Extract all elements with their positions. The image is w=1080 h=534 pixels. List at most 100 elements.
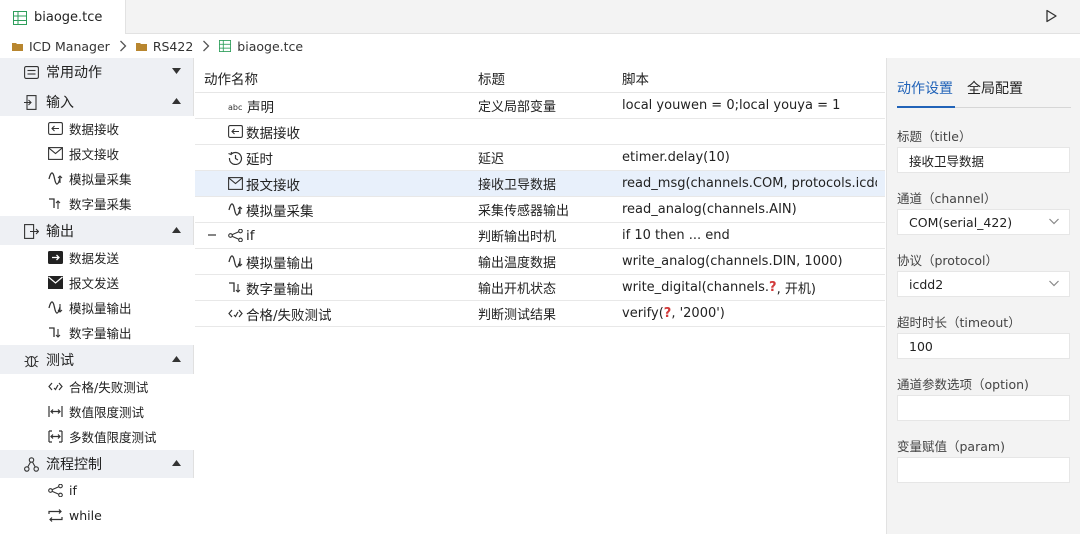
sidebar-item-label: 数字量输出 bbox=[69, 326, 132, 341]
category-label: 流程控制 bbox=[46, 457, 102, 473]
protocol-select-value: icdd2 bbox=[909, 276, 944, 292]
column-header-script[interactable]: 脚本 bbox=[622, 68, 649, 88]
sidebar-item-digital-acquire[interactable]: 数字量采集 bbox=[0, 191, 194, 216]
wave-icon bbox=[48, 172, 63, 185]
sidebar-item-label: 模拟量输出 bbox=[69, 301, 132, 316]
category-input[interactable]: 输入 bbox=[0, 88, 194, 116]
category-common-actions[interactable]: 常用动作 bbox=[0, 58, 194, 86]
option-field[interactable] bbox=[897, 395, 1070, 421]
table-row[interactable]: 延时 延迟 etimer.delay(10) bbox=[195, 145, 885, 171]
sidebar-item-label: 多数值限度测试 bbox=[69, 430, 157, 445]
collapse-minus-icon[interactable] bbox=[208, 229, 217, 241]
column-header-title[interactable]: 标题 bbox=[478, 68, 505, 88]
sidebar-item-value-limit-test[interactable]: 数值限度测试 bbox=[0, 399, 194, 424]
category-test[interactable]: 测试 bbox=[0, 346, 194, 374]
row-action-name: 合格/失败测试 bbox=[228, 301, 332, 326]
row-action-name: abc 声明 bbox=[228, 93, 274, 118]
row-action-name: 报文接收 bbox=[228, 171, 300, 196]
tab-action-settings[interactable]: 动作设置 bbox=[897, 78, 953, 98]
channel-select[interactable]: COM(serial_422) bbox=[897, 209, 1070, 235]
sidebar-item-message-send[interactable]: 报文发送 bbox=[0, 270, 194, 295]
table-row[interactable]: 模拟量采集 采集传感器输出 read_analog(channels.AIN) bbox=[195, 197, 885, 223]
param-field-label: 变量赋值（param) bbox=[897, 439, 1005, 454]
active-tab-indicator bbox=[897, 106, 955, 108]
sidebar-item-if[interactable]: if bbox=[0, 478, 194, 503]
table-row[interactable]: 数据接收 bbox=[195, 119, 885, 145]
row-name-text: 延时 bbox=[246, 151, 273, 168]
action-sidebar: 常用动作 输入 数据接收 报文接收 模拟量采集 数字量采集 输出 数据发送 报文… bbox=[0, 58, 194, 534]
table-row[interactable]: 模拟量输出 输出温度数据 write_analog(channels.DIN, … bbox=[195, 249, 885, 275]
loop-icon bbox=[48, 509, 63, 522]
table-row[interactable]: 合格/失败测试 判断测试结果 verify(?, '2000') bbox=[195, 301, 885, 327]
row-action-name: 数据接收 bbox=[228, 119, 300, 144]
list-icon bbox=[24, 65, 39, 79]
caret-up-icon bbox=[172, 227, 181, 233]
range-icon bbox=[48, 405, 63, 418]
breadcrumb-item-rs422[interactable]: RS422 bbox=[153, 39, 193, 54]
row-script: read_analog(channels.AIN) bbox=[622, 202, 797, 217]
param-field[interactable] bbox=[897, 457, 1070, 483]
sidebar-item-analog-acquire[interactable]: 模拟量采集 bbox=[0, 166, 194, 191]
multi-range-icon bbox=[48, 430, 63, 443]
caret-up-icon bbox=[172, 460, 181, 466]
table-row[interactable]: if 判断输出时机 if 10 then ... end bbox=[195, 223, 885, 249]
channel-select-value: COM(serial_422) bbox=[909, 214, 1013, 230]
sidebar-item-analog-output[interactable]: 模拟量输出 bbox=[0, 295, 194, 320]
chevron-right-icon bbox=[202, 40, 210, 52]
sidebar-item-digital-output[interactable]: 数字量输出 bbox=[0, 320, 194, 345]
table-row[interactable]: 数字量输出 输出开机状态 write_digital(channels.?, 开… bbox=[195, 275, 885, 301]
caret-up-icon bbox=[172, 356, 181, 362]
table-row-selected[interactable]: 报文接收 接收卫导数据 read_msg(channels.COM, proto… bbox=[195, 171, 885, 197]
breadcrumb-item-icd-manager[interactable]: ICD Manager bbox=[29, 39, 110, 54]
abc-icon: abc bbox=[228, 100, 244, 112]
file-tab[interactable]: biaoge.tce bbox=[0, 0, 126, 35]
protocol-select[interactable]: icdd2 bbox=[897, 271, 1070, 297]
data-receive-icon bbox=[48, 122, 63, 135]
category-output[interactable]: 输出 bbox=[0, 217, 194, 245]
row-action-name: 数字量输出 bbox=[228, 275, 314, 300]
row-title: 输出温度数据 bbox=[478, 256, 557, 271]
title-field[interactable]: 接收卫导数据 bbox=[897, 147, 1070, 173]
sidebar-item-label: 数据发送 bbox=[69, 251, 120, 266]
channel-field-label: 通道（channel） bbox=[897, 191, 997, 206]
category-label: 输入 bbox=[46, 95, 74, 111]
sidebar-item-label: if bbox=[69, 483, 77, 498]
sidebar-item-pass-fail-test[interactable]: 合格/失败测试 bbox=[0, 374, 194, 399]
sidebar-item-data-receive[interactable]: 数据接收 bbox=[0, 116, 194, 141]
row-name-text: if bbox=[246, 227, 255, 244]
table-row[interactable]: abc 声明 定义局部变量 local youwen = 0;local you… bbox=[195, 93, 885, 119]
code-check-icon bbox=[228, 307, 243, 320]
run-play-icon[interactable] bbox=[1044, 9, 1058, 23]
sidebar-item-while[interactable]: while bbox=[0, 503, 194, 528]
row-title: 采集传感器输出 bbox=[478, 204, 570, 219]
sidebar-item-label: 数值限度测试 bbox=[69, 405, 145, 420]
output-icon bbox=[24, 223, 39, 239]
chevron-right-icon bbox=[119, 40, 127, 52]
title-field-label: 标题（title） bbox=[897, 129, 972, 144]
column-header-action-name[interactable]: 动作名称 bbox=[204, 68, 258, 88]
timeout-field[interactable]: 100 bbox=[897, 333, 1070, 359]
mail-filled-icon bbox=[48, 276, 63, 289]
breadcrumb-item-file[interactable]: biaoge.tce bbox=[237, 39, 303, 54]
sidebar-item-message-receive[interactable]: 报文接收 bbox=[0, 141, 194, 166]
caret-up-icon bbox=[172, 98, 181, 104]
sidebar-item-data-send[interactable]: 数据发送 bbox=[0, 245, 194, 270]
row-name-text: 报文接收 bbox=[246, 177, 300, 194]
row-name-text: 模拟量采集 bbox=[246, 203, 314, 220]
tab-bar: biaoge.tce bbox=[0, 0, 1080, 35]
row-title: 延迟 bbox=[478, 152, 505, 167]
sidebar-item-label: 模拟量采集 bbox=[69, 172, 132, 187]
wave-icon bbox=[228, 203, 243, 216]
category-label: 输出 bbox=[46, 224, 74, 240]
sidebar-item-multi-limit-test[interactable]: 多数值限度测试 bbox=[0, 424, 194, 449]
data-send-icon bbox=[48, 251, 63, 264]
row-script: write_analog(channels.DIN, 1000) bbox=[622, 254, 843, 269]
tab-global-config[interactable]: 全局配置 bbox=[967, 78, 1023, 98]
breadcrumb: ICD Manager RS422 biaoge.tce bbox=[0, 34, 1080, 58]
script-part: , '2000') bbox=[671, 306, 725, 321]
row-script: read_msg(channels.COM, protocols.icdd… bbox=[622, 176, 877, 191]
category-flow-control[interactable]: 流程控制 bbox=[0, 450, 194, 478]
row-name-text: 数字量输出 bbox=[246, 281, 314, 298]
script-part: verify( bbox=[622, 306, 664, 321]
chevron-down-icon bbox=[1049, 280, 1059, 287]
